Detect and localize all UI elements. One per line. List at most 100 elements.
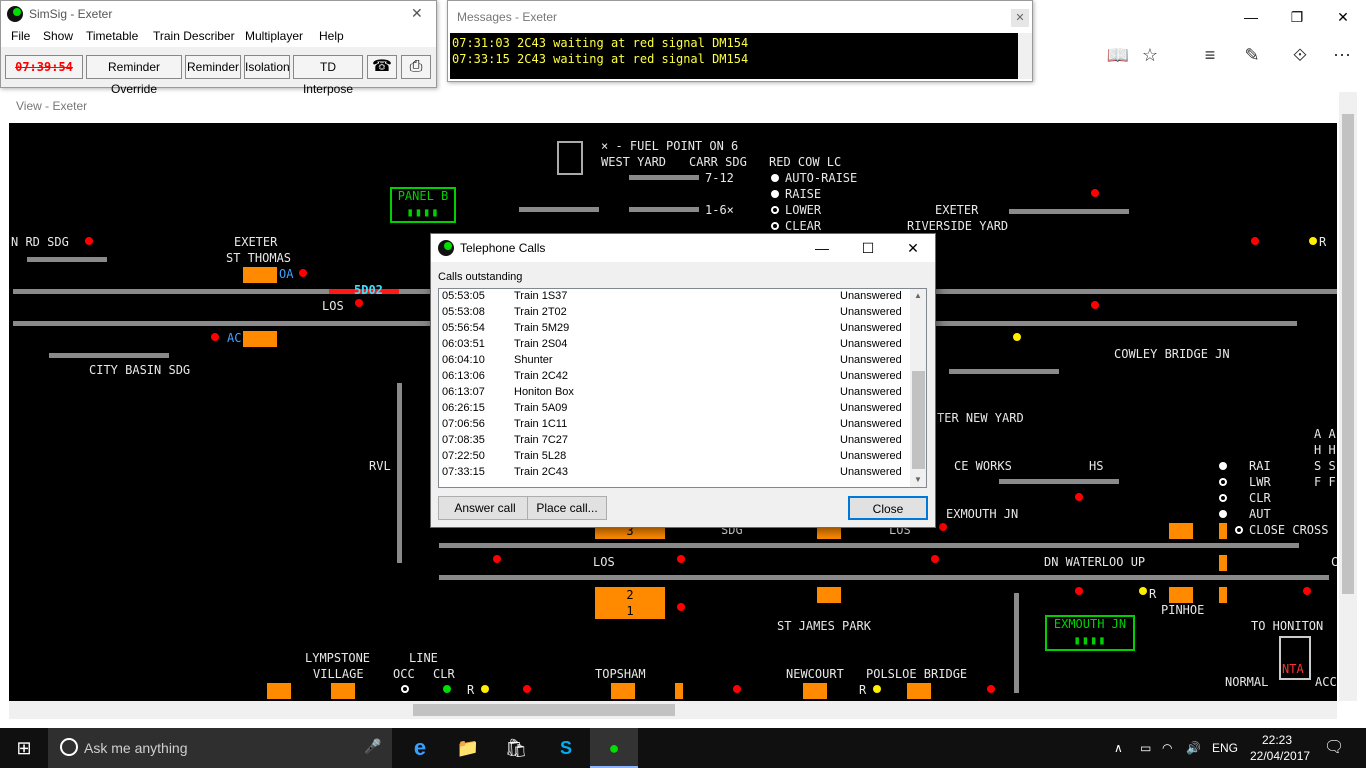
maximize-icon[interactable]: ☐ [845,234,891,262]
aut-label[interactable]: AUT [1249,507,1271,521]
reminder-button[interactable]: Reminder [185,55,241,79]
clock-display[interactable]: 07:39:54 [5,55,83,79]
berth-2[interactable]: 2 [595,587,665,603]
signal-cowley-1[interactable] [1013,333,1021,341]
menu-multiplayer[interactable]: Multiplayer [245,29,303,43]
lower-label[interactable]: LOWER [785,203,821,217]
cortana-search-box[interactable]: Ask me anything 🎤 [48,728,392,768]
calls-list-scroll-thumb[interactable] [912,371,925,469]
minimize-icon[interactable]: — [799,234,845,262]
call-row[interactable]: 06:03:51 Train 2S04 Unanswered [439,337,909,353]
call-row[interactable]: 05:53:05 Train 1S37 Unanswered [439,289,909,305]
signal-lower-3[interactable] [677,603,685,611]
menu-train-describer[interactable]: Train Describer [153,29,235,43]
call-row[interactable]: 07:22:50 Train 5L28 Unanswered [439,449,909,465]
clear-label[interactable]: CLEAR [785,219,821,233]
scroll-down-icon[interactable]: ▼ [914,475,922,484]
signal-lower-5[interactable] [1075,587,1083,595]
raise-label[interactable]: RAISE [785,187,821,201]
scroll-up-icon[interactable]: ▲ [914,291,922,300]
windows-start-icon[interactable]: ⊞ [0,728,48,768]
berth-polsloe[interactable] [907,683,931,699]
berth-topsham-2[interactable] [675,683,683,699]
more-icon[interactable]: ⋯ [1322,40,1362,70]
signal-polsloe-red[interactable] [987,685,995,693]
signal-polsloe-yellow[interactable] [873,685,881,693]
lwr-label[interactable]: LWR [1249,475,1271,489]
messages-scrollbar[interactable] [1018,33,1032,79]
view-horizontal-scrollbar[interactable] [9,701,1337,719]
call-row[interactable]: 06:13:06 Train 2C42 Unanswered [439,369,909,385]
signal-riverside-1[interactable] [1091,189,1099,197]
action-center-icon[interactable]: 🗨 [1324,728,1344,768]
call-row[interactable]: 05:53:08 Train 2T02 Unanswered [439,305,909,321]
signal-lympstone-red[interactable] [523,685,531,693]
tray-chevron-icon[interactable]: ∧ [1114,728,1123,768]
signal-st-thomas-down[interactable] [211,333,219,341]
place-call-button[interactable]: Place call... [527,496,607,520]
menu-show[interactable]: Show [43,29,73,43]
call-row[interactable]: 07:08:35 Train 7C27 Unanswered [439,433,909,449]
signal-lympstone-yellow[interactable] [481,685,489,693]
battery-icon[interactable]: ▭ [1140,728,1151,768]
menu-timetable[interactable]: Timetable [86,29,138,43]
signal-st-thomas-up[interactable] [299,269,307,277]
call-row[interactable]: 05:56:54 Train 5M29 Unanswered [439,321,909,337]
microphone-icon[interactable]: 🎤 [364,738,381,755]
edge-taskbar-icon[interactable]: e [396,728,444,768]
volume-icon[interactable]: 🔊 [1186,728,1201,768]
berth-st-thomas-up[interactable] [243,267,277,283]
reminder-override-button[interactable]: Reminder Override [86,55,182,96]
signal-hs[interactable] [1075,493,1083,501]
signal-lower-2[interactable] [677,555,685,563]
language-indicator[interactable]: ENG [1212,728,1238,768]
berth-pinhoe-up[interactable] [1219,587,1227,603]
web-note-icon[interactable]: ✎ [1232,40,1272,70]
signal-los[interactable] [355,299,363,307]
call-row[interactable]: 06:04:10 Shunter Unanswered [439,353,909,369]
hub-icon[interactable]: ≡ [1190,40,1230,70]
store-icon[interactable]: 🛍 [492,728,540,768]
rai-label[interactable]: RAI [1249,459,1271,473]
answer-call-button[interactable]: Answer call [438,496,532,520]
view-vertical-scrollbar[interactable] [1339,92,1357,701]
clock-date[interactable]: 22/04/2017 [1250,747,1310,765]
browser-close-button[interactable]: ✕ [1320,6,1366,28]
messages-close-button[interactable]: ✕ [1011,9,1029,27]
berth-newcourt[interactable] [803,683,827,699]
call-row[interactable]: 07:33:15 Train 2C43 Unanswered [439,465,909,481]
file-explorer-icon[interactable]: 📁 [444,728,492,768]
signal-to-honiton[interactable] [1303,587,1311,595]
simsig-close-button[interactable]: ✕ [411,5,423,22]
close-button[interactable]: Close [848,496,928,520]
menu-file[interactable]: File [11,29,30,43]
isolation-button[interactable]: Isolation [244,55,290,79]
berth-exmouth-jn[interactable] [1169,523,1193,539]
berth-close-cross[interactable] [1219,523,1227,539]
favorite-star-icon[interactable]: ☆ [1130,40,1170,70]
simsig-taskbar-icon[interactable]: ● [590,728,638,768]
print-icon[interactable]: ⎙ [401,55,431,79]
signal-riverside-3[interactable] [1309,237,1317,245]
signal-pinhoe[interactable] [1139,587,1147,595]
telephone-icon[interactable]: ☎ [367,55,397,79]
browser-restore-button[interactable]: ❐ [1274,6,1320,28]
view-vertical-scroll-thumb[interactable] [1342,114,1354,594]
menu-help[interactable]: Help [319,29,344,43]
berth-st-thomas-down[interactable] [243,331,277,347]
berth-pinhoe[interactable] [1169,587,1193,603]
td-interpose-button[interactable]: TD Interpose [293,55,363,96]
call-row[interactable]: 06:13:07 Honiton Box Unanswered [439,385,909,401]
skype-icon[interactable]: S [542,728,590,768]
signal-n-rd-sdg[interactable] [85,237,93,245]
berth-5d02[interactable]: 5D02 [354,283,383,297]
signal-topsham-red[interactable] [733,685,741,693]
call-row[interactable]: 07:06:56 Train 1C11 Unanswered [439,417,909,433]
close-icon[interactable]: ✕ [890,234,936,262]
calls-list-scrollbar[interactable]: ▲ ▼ [910,289,926,487]
signal-riverside-2[interactable] [1251,237,1259,245]
wifi-icon[interactable]: ◠ [1162,728,1172,768]
nta-switch-box[interactable]: NTA [1279,636,1311,680]
calls-list[interactable]: 05:53:05 Train 1S37 Unanswered 05:53:08 Trai… [438,288,927,488]
berth-st-james[interactable] [817,587,841,603]
